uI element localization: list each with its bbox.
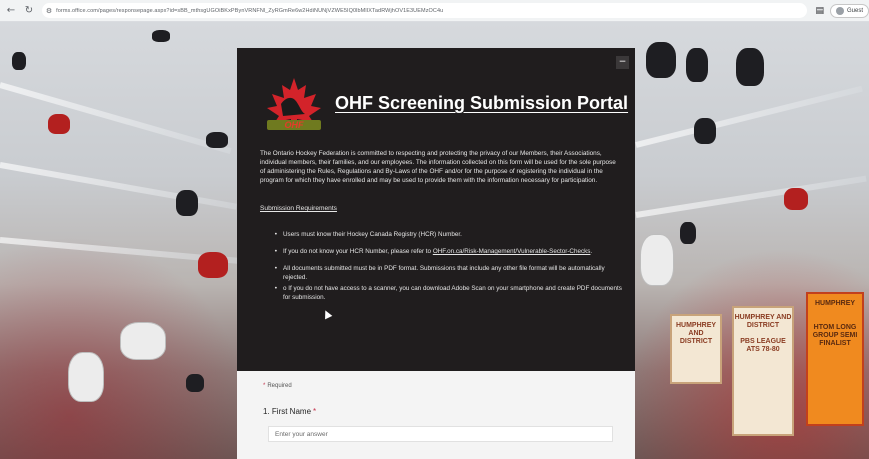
sidebar-icon[interactable]: ▤ bbox=[815, 6, 824, 16]
question-number: 1. bbox=[263, 407, 270, 416]
browser-toolbar: ← ↻ ⚙ forms.office.com/pages/responsepag… bbox=[0, 0, 869, 22]
vulnerable-sector-checks-link[interactable]: OHF.on.ca/Risk-Management/Vulnerable-Sec… bbox=[433, 248, 591, 255]
profile-label: Guest bbox=[846, 7, 863, 14]
reload-icon[interactable]: ↻ bbox=[22, 5, 36, 16]
hanging-glove bbox=[686, 48, 708, 82]
logo-text: OHF bbox=[285, 120, 305, 130]
requirement-text: If you do not know your HCR Number, plea… bbox=[283, 248, 433, 256]
banner-text: HUMPHREY bbox=[814, 300, 856, 307]
hanging-goalie-pad bbox=[120, 322, 166, 360]
hanging-glove bbox=[784, 188, 808, 210]
hanging-glove bbox=[646, 42, 676, 78]
hanging-goalie-pad bbox=[68, 352, 104, 402]
hanging-glove bbox=[176, 190, 198, 216]
hanging-glove bbox=[736, 48, 764, 86]
hanging-glove bbox=[198, 252, 228, 278]
form-body: * Required 1. First Name * bbox=[237, 371, 635, 459]
required-note-text: Required bbox=[267, 383, 292, 389]
hanging-helmet bbox=[152, 30, 170, 42]
profile-button[interactable]: Guest bbox=[829, 3, 869, 18]
banner-text: HUMPHREY AND DISTRICT bbox=[734, 314, 792, 330]
site-info-icon[interactable]: ⚙ bbox=[46, 7, 52, 15]
requirement-item: Users must know their Hockey Canada Regi… bbox=[274, 230, 624, 239]
url-text: forms.office.com/pages/responsepage.aspx… bbox=[56, 7, 444, 14]
question-1-label: 1. First Name * bbox=[263, 407, 316, 416]
hanging-glove bbox=[680, 222, 696, 244]
privacy-intro-text: The Ontario Hockey Federation is committ… bbox=[260, 150, 616, 185]
ceiling-beam bbox=[635, 175, 867, 218]
form-title: OHF Screening Submission Portal bbox=[335, 93, 629, 113]
championship-banner: HUMPHREY HTOM LONG GROUP SEMI FINALIST bbox=[806, 292, 864, 426]
banner-subtext: HTOM LONG GROUP SEMI FINALIST bbox=[812, 324, 858, 348]
ohf-logo: OHF bbox=[267, 78, 321, 130]
banner-text: HUMPHREY AND DISTRICT bbox=[675, 322, 717, 346]
hanging-goalie-pad bbox=[640, 234, 674, 286]
hanging-glove bbox=[186, 374, 204, 392]
requirements-list: Users must know their Hockey Canada Regi… bbox=[274, 230, 624, 310]
championship-banner: HUMPHREY AND DISTRICT PBS LEAGUE ATS 78-… bbox=[732, 306, 794, 436]
hanging-glove bbox=[12, 52, 26, 70]
required-asterisk: * bbox=[313, 407, 317, 416]
collapse-header-button[interactable]: − bbox=[616, 56, 629, 69]
arrow-left-icon[interactable]: ← bbox=[4, 5, 18, 16]
address-bar[interactable]: ⚙ forms.office.com/pages/responsepage.as… bbox=[41, 3, 808, 18]
hanging-glove bbox=[48, 114, 70, 134]
required-asterisk: * bbox=[263, 383, 266, 389]
submission-requirements-heading: Submission Requirements bbox=[260, 205, 337, 212]
banner-subtext: PBS LEAGUE ATS 78-80 bbox=[740, 338, 786, 354]
ceiling-beam bbox=[635, 85, 863, 148]
guest-avatar-icon bbox=[835, 6, 844, 15]
required-note: * Required bbox=[263, 383, 292, 389]
requirement-item: o If you do not have access to a scanner… bbox=[274, 284, 624, 302]
first-name-input[interactable] bbox=[268, 426, 613, 442]
hanging-glove bbox=[206, 132, 228, 148]
question-text: First Name bbox=[271, 407, 312, 416]
requirement-item: All documents submitted must be in PDF f… bbox=[274, 264, 624, 282]
mouse-cursor-icon bbox=[321, 308, 333, 320]
ceiling-beam bbox=[0, 82, 232, 155]
championship-banner: HUMPHREY AND DISTRICT bbox=[670, 314, 722, 384]
requirement-item: If you do not know your HCR Number, plea… bbox=[274, 247, 624, 256]
ceiling-beam bbox=[0, 162, 237, 210]
hanging-glove bbox=[694, 118, 716, 144]
requirement-text: . bbox=[590, 248, 593, 256]
form-header-card: − OHF OHF Screening Submission Portal Th… bbox=[237, 48, 635, 371]
